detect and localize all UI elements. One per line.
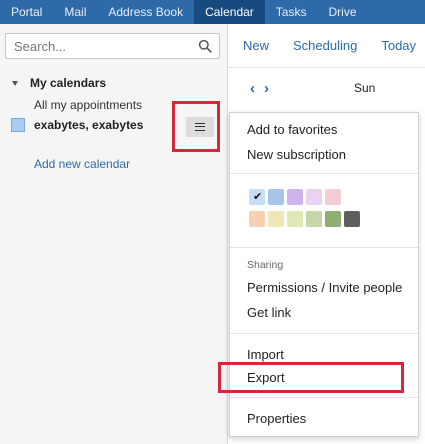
today-button[interactable]: Today [381,38,416,53]
search-box [5,33,220,59]
search-input[interactable] [6,34,186,58]
calendar-sidebar: My calendars All my appointments exabyte… [0,24,228,444]
color-swatch[interactable] [306,211,322,227]
search-icon[interactable] [198,39,212,53]
color-swatch[interactable] [268,189,284,205]
top-navigation: Portal Mail Address Book Calendar Tasks … [0,0,425,24]
nav-mail[interactable]: Mail [53,0,97,24]
color-swatch[interactable] [268,211,284,227]
menu-permissions[interactable]: Permissions / Invite people [247,280,402,295]
menu-divider [230,333,418,334]
day-header: Sun [354,81,376,95]
all-appointments-item[interactable]: All my appointments [34,98,142,112]
color-swatch[interactable] [287,211,303,227]
highlight-box-options-button [172,101,220,152]
nav-tasks[interactable]: Tasks [265,0,318,24]
color-swatch[interactable] [249,211,265,227]
highlight-box-export [218,362,404,393]
nav-portal[interactable]: Portal [0,0,53,24]
color-swatch[interactable]: ✔ [249,189,265,205]
section-title: My calendars [30,76,107,90]
menu-divider [230,247,418,248]
checkmark-icon: ✔ [253,191,263,203]
scheduling-button[interactable]: Scheduling [293,38,357,53]
menu-add-to-favorites[interactable]: Add to favorites [247,122,337,137]
nav-address-book[interactable]: Address Book [97,0,194,24]
chevron-left-icon[interactable]: ‹ [250,80,255,97]
date-navigation: ‹ › Sun [228,68,425,108]
sharing-section-label: Sharing [247,259,284,271]
color-swatch[interactable] [325,189,341,205]
menu-divider [230,397,418,398]
menu-divider [230,173,418,174]
color-swatch[interactable] [325,211,341,227]
menu-import[interactable]: Import [247,347,284,362]
color-swatch[interactable] [306,189,322,205]
nav-calendar[interactable]: Calendar [194,0,265,24]
my-calendars-header[interactable]: My calendars [10,76,106,90]
nav-drive[interactable]: Drive [317,0,367,24]
menu-properties[interactable]: Properties [247,411,306,426]
color-swatch[interactable] [344,211,360,227]
menu-get-link[interactable]: Get link [247,305,291,320]
caret-down-icon[interactable] [12,80,18,86]
calendar-name: exabytes, exabytes [34,118,144,132]
menu-new-subscription[interactable]: New subscription [247,147,346,162]
chevron-right-icon[interactable]: › [264,80,269,97]
new-button[interactable]: New [243,38,269,53]
add-new-calendar-link[interactable]: Add new calendar [34,157,130,171]
color-swatch[interactable] [287,189,303,205]
calendar-toolbar: New Scheduling Today [228,24,425,68]
calendar-color-swatch[interactable] [11,118,25,132]
